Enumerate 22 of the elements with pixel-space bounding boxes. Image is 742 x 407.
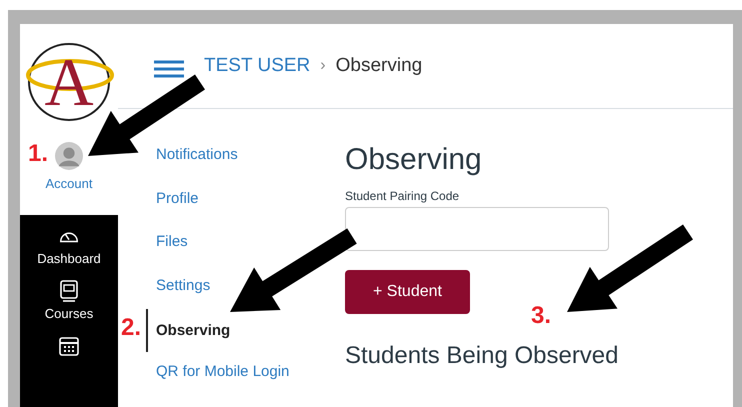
- section-title: Students Being Observed: [345, 342, 619, 370]
- sub-nav-link[interactable]: Profile: [146, 188, 338, 232]
- calendar-icon: [58, 335, 80, 357]
- annotation-number: 1.: [28, 140, 48, 168]
- pairing-code-field[interactable]: [345, 207, 609, 251]
- add-student-button[interactable]: + Student: [345, 270, 470, 314]
- field-label: Student Pairing Code: [345, 189, 460, 203]
- nav-item[interactable]: Dashboard: [20, 225, 118, 266]
- annotation-number: 2.: [121, 314, 142, 342]
- breadcrumb-item: Observing: [336, 55, 422, 77]
- breadcrumb-separator: ›: [320, 57, 326, 75]
- menu-icon[interactable]: [154, 60, 184, 78]
- page-title: Observing: [345, 143, 482, 177]
- sub-nav-link[interactable]: Notifications: [146, 145, 338, 188]
- avatar-icon: [55, 142, 83, 170]
- annotation-number: 3.: [531, 302, 552, 330]
- account-link[interactable]: Account: [46, 176, 92, 191]
- sub-nav-link[interactable]: QR for Mobile Login: [146, 362, 338, 406]
- nav-item[interactable]: Courses: [20, 280, 118, 321]
- breadcrumb-item[interactable]: TEST USER: [204, 55, 310, 77]
- sub-nav-link[interactable]: Files: [146, 232, 338, 276]
- monitor-icon: [58, 280, 80, 302]
